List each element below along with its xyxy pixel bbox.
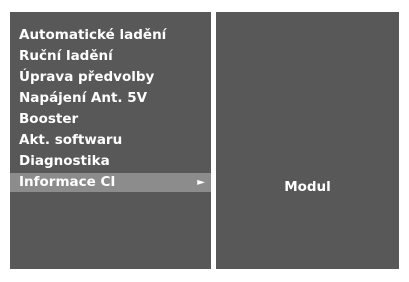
menu-item-antenna-power[interactable]: Napájení Ant. 5V: [10, 89, 211, 108]
menu-item-diagnostics[interactable]: Diagnostika: [10, 152, 211, 171]
menu-item-ci-information[interactable]: Informace CI ►: [10, 173, 211, 192]
menu-item-label: Automatické ladění: [19, 27, 167, 43]
menu-item-label: Napájení Ant. 5V: [19, 90, 148, 106]
main-menu-panel: Automatické ladění Ruční ladění Úprava p…: [10, 12, 211, 269]
menu-item-label: Úprava předvolby: [19, 69, 155, 85]
menu-item-manual-tuning[interactable]: Ruční ladění: [10, 47, 211, 66]
menu-item-label: Informace CI: [19, 174, 116, 190]
submenu-panel: Modul: [216, 12, 399, 269]
menu-item-software-update[interactable]: Akt. softwaru: [10, 131, 211, 150]
menu-item-automatic-tuning[interactable]: Automatické ladění: [10, 26, 211, 45]
tv-menu-screen: Automatické ladění Ruční ladění Úprava p…: [0, 0, 409, 282]
menu-item-label: Ruční ladění: [19, 48, 113, 64]
submenu-item-module[interactable]: Modul: [216, 179, 399, 195]
menu-item-label: Akt. softwaru: [19, 132, 123, 148]
main-menu-list: Automatické ladění Ruční ladění Úprava p…: [10, 26, 211, 194]
arrow-right-icon: ►: [197, 177, 205, 188]
menu-item-label: Diagnostika: [19, 153, 110, 169]
menu-item-preset-edit[interactable]: Úprava předvolby: [10, 68, 211, 87]
menu-item-label: Booster: [19, 111, 79, 127]
menu-item-booster[interactable]: Booster: [10, 110, 211, 129]
